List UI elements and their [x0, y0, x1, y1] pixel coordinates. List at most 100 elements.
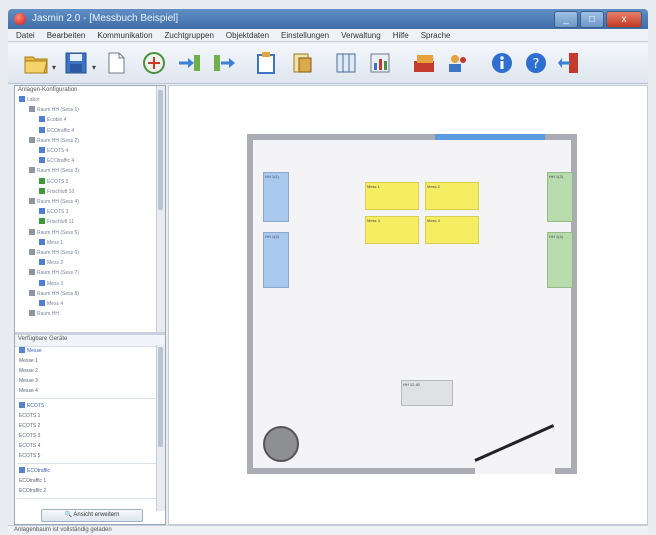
- list-item[interactable]: ECOTS 1: [19, 412, 40, 421]
- exit-icon[interactable]: [556, 49, 584, 77]
- device-icon: [39, 147, 45, 153]
- clipboard-icon[interactable]: [252, 49, 280, 77]
- menu-kommunikation[interactable]: Kommunikation: [97, 29, 152, 41]
- tree-node[interactable]: Ecobin 4: [39, 116, 66, 124]
- title-bar[interactable]: Jasmin 2.0 - [Messbuch Beispiel] _ □ x: [8, 9, 648, 29]
- tree-node[interactable]: ECOTS 4: [39, 147, 68, 155]
- export-icon[interactable]: [210, 49, 238, 77]
- menu-sprache[interactable]: Sprache: [421, 29, 451, 41]
- tree-node[interactable]: ECOtraffic 4: [39, 157, 74, 165]
- tree-node-label: ECOtraffic 4: [47, 127, 75, 134]
- menu-objektdaten[interactable]: Objektdaten: [226, 29, 269, 41]
- device-group[interactable]: ECOtraffic: [19, 467, 50, 476]
- device-node[interactable]: Mess 3: [365, 216, 419, 244]
- document-icon[interactable]: [288, 49, 316, 77]
- window-title: Jasmin 2.0 - [Messbuch Beispiel]: [32, 13, 179, 24]
- connect-icon[interactable]: [140, 49, 168, 77]
- open-folder-icon[interactable]: [22, 49, 50, 77]
- device-node[interactable]: Mess 4: [425, 216, 479, 244]
- tree-node[interactable]: Frischluft 11: [39, 218, 74, 226]
- device-group[interactable]: Messe: [19, 347, 42, 356]
- device-node[interactable]: HH 1(1): [263, 172, 289, 222]
- group-icon: [19, 467, 25, 473]
- devices-icon[interactable]: [410, 49, 438, 77]
- toolbar: ▾ ▾ ?: [8, 43, 648, 84]
- list-item[interactable]: ECOtraffic 2: [19, 487, 46, 496]
- device-node[interactable]: HH 1(4): [547, 232, 573, 288]
- menu-hilfe[interactable]: Hilfe: [393, 29, 409, 41]
- list-scroll-thumb[interactable]: [158, 347, 163, 447]
- info-icon[interactable]: [488, 49, 516, 77]
- tree-node[interactable]: Frischluft 10: [39, 187, 74, 196]
- device-node[interactable]: HH 1(2): [263, 232, 289, 288]
- room: HH 1(1) HH 1(2) Mess 1 Mess 2 Mess 3 Mes…: [247, 134, 577, 474]
- maximize-button[interactable]: □: [580, 11, 604, 28]
- close-button[interactable]: x: [606, 11, 642, 28]
- tree-scrollbar[interactable]: [156, 86, 165, 332]
- tree-node-label: Mess 1: [47, 239, 64, 246]
- device-icon: [39, 208, 45, 215]
- device-node[interactable]: HH 1(3): [547, 172, 573, 222]
- help-icon[interactable]: ?: [522, 49, 550, 77]
- tree-node[interactable]: Mess 1: [39, 238, 64, 247]
- tree-node[interactable]: Labor: [19, 96, 40, 104]
- users-icon[interactable]: [444, 49, 472, 77]
- list-item[interactable]: ECOTS 2: [19, 422, 40, 431]
- save-icon[interactable]: [62, 49, 90, 77]
- tree-node[interactable]: Raum HH (Sess 3): [29, 167, 79, 175]
- tree-node[interactable]: ECOtraffic 4: [39, 126, 75, 135]
- tree-node[interactable]: ECOTS 3: [39, 208, 68, 216]
- menu-zuchtgruppen[interactable]: Zuchtgruppen: [165, 29, 214, 41]
- tree-node[interactable]: Raum HH (Sess 7): [29, 269, 79, 277]
- tree-node[interactable]: Raum HH (Sess 6): [29, 249, 79, 257]
- device-icon: [39, 126, 45, 133]
- list-item[interactable]: Messe 3: [19, 377, 38, 386]
- list-item[interactable]: ECOtraffic 1: [19, 477, 46, 486]
- round-table-object[interactable]: [263, 426, 299, 462]
- tree-node[interactable]: Raum HH (Sess 4): [29, 198, 79, 206]
- tree-node[interactable]: ECOTS 5: [39, 177, 68, 186]
- list-item[interactable]: ECOTS 4: [19, 442, 40, 451]
- import-icon[interactable]: [176, 49, 204, 77]
- device-tree: Anlagen-Konfiguration Labor Raum HH (Sess…: [15, 86, 165, 332]
- tree-node[interactable]: Raum HH (Sess 5): [29, 228, 79, 237]
- device-node[interactable]: Mess 2: [425, 182, 479, 210]
- minimize-button[interactable]: _: [554, 11, 578, 28]
- open-dropdown-icon[interactable]: ▾: [52, 63, 56, 72]
- menu-verwaltung[interactable]: Verwaltung: [341, 29, 381, 41]
- tree-node[interactable]: Raum HH (Sess 8): [29, 289, 79, 298]
- tree-node-label: Raum HH (Sess 4): [37, 199, 79, 205]
- list-item[interactable]: ECOTS 5: [19, 452, 40, 461]
- device-icon: [29, 106, 35, 113]
- list-scrollbar[interactable]: [156, 345, 165, 511]
- tree-scroll-thumb[interactable]: [158, 90, 163, 210]
- menu-einstellungen[interactable]: Einstellungen: [281, 29, 329, 41]
- tree-node[interactable]: Raum HH (Sess 1): [29, 106, 79, 114]
- floor-plan-canvas[interactable]: HH 1(1) HH 1(2) Mess 1 Mess 2 Mess 3 Mes…: [168, 85, 648, 525]
- columns-icon[interactable]: [332, 49, 360, 77]
- svg-text:?: ?: [533, 57, 540, 72]
- tree-node-label: ECOtraffic 4: [47, 158, 75, 165]
- list-item[interactable]: ECOTS 3: [19, 432, 40, 441]
- device-node[interactable]: Mess 1: [365, 182, 419, 210]
- tree-node[interactable]: Raum HH (Sess 2): [29, 136, 79, 145]
- tree-header: Anlagen-Konfiguration: [18, 87, 78, 93]
- tree-node[interactable]: Raum HH: [29, 310, 59, 318]
- menu-bearbeiten[interactable]: Bearbeiten: [47, 29, 86, 41]
- list-item[interactable]: Messe 1: [19, 357, 38, 366]
- left-panel: Anlagen-Konfiguration Labor Raum HH (Sess…: [14, 85, 166, 525]
- chart-icon[interactable]: [366, 49, 394, 77]
- menu-datei[interactable]: Datei: [16, 29, 35, 41]
- expand-view-button[interactable]: 🔍 Ansicht erweitern: [41, 509, 143, 522]
- door: [474, 424, 555, 462]
- device-group[interactable]: ECOTS: [19, 402, 44, 411]
- list-item[interactable]: Messe 4: [19, 387, 38, 396]
- new-document-icon[interactable]: [102, 49, 130, 77]
- tree-node[interactable]: Mess 4: [39, 300, 63, 308]
- tree-node-label: Raum HH (Sess 3): [37, 168, 79, 175]
- save-dropdown-icon[interactable]: ▾: [92, 63, 96, 72]
- list-item[interactable]: Messe 2: [19, 367, 38, 376]
- device-node[interactable]: HH 12.40: [401, 380, 453, 406]
- tree-node[interactable]: Mess 2: [39, 259, 63, 267]
- tree-node[interactable]: Mess 3: [39, 279, 63, 288]
